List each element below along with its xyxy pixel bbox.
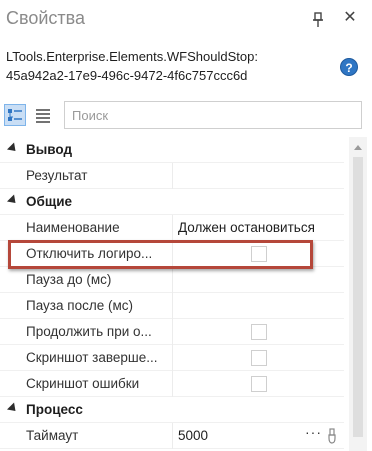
property-row-pause-before[interactable]: Пауза до (мс) bbox=[0, 267, 344, 293]
property-checkbox[interactable] bbox=[251, 376, 267, 392]
property-row-name[interactable]: Наименование Должен остановиться bbox=[0, 215, 344, 241]
categorized-view-icon bbox=[8, 109, 22, 121]
property-name: Пауза после (мс) bbox=[26, 298, 133, 313]
column-divider bbox=[172, 215, 173, 241]
element-type-name: LTools.Enterprise.Elements.WFShouldStop: bbox=[6, 49, 258, 64]
property-row-result[interactable]: Результат bbox=[0, 163, 344, 189]
property-name: Скриншот заверше... bbox=[26, 350, 158, 365]
column-divider bbox=[172, 319, 173, 345]
property-row-timeout[interactable]: Таймаут 5000 ··· bbox=[0, 423, 344, 449]
panel-title: Свойства bbox=[6, 8, 86, 28]
vertical-scrollbar[interactable] bbox=[349, 137, 367, 451]
categorized-view-button[interactable] bbox=[4, 104, 26, 126]
property-name: Таймаут bbox=[26, 428, 79, 443]
column-divider bbox=[172, 293, 173, 319]
column-divider bbox=[172, 345, 173, 371]
category-label: Процесс bbox=[26, 402, 83, 417]
property-name: Продолжить при о... bbox=[26, 324, 152, 339]
property-row-continue-on-error[interactable]: Продолжить при о... bbox=[0, 319, 344, 345]
property-value[interactable]: Должен остановиться bbox=[178, 220, 344, 235]
property-checkbox[interactable] bbox=[251, 246, 267, 262]
column-divider bbox=[172, 163, 173, 189]
collapse-triangle-icon[interactable] bbox=[6, 194, 20, 207]
property-toolbar bbox=[0, 98, 372, 134]
pin-icon[interactable] bbox=[311, 12, 325, 28]
close-icon[interactable]: ✕ bbox=[342, 9, 358, 27]
column-divider bbox=[172, 267, 173, 293]
property-row-screenshot-complete[interactable]: Скриншот заверше... bbox=[0, 345, 344, 371]
ellipsis-button[interactable]: ··· bbox=[305, 424, 322, 440]
category-process[interactable]: Процесс bbox=[0, 397, 344, 423]
property-name: Отключить логиро... bbox=[26, 246, 153, 261]
collapse-triangle-icon[interactable] bbox=[6, 142, 20, 155]
column-divider bbox=[172, 241, 173, 267]
property-checkbox[interactable] bbox=[251, 324, 267, 340]
scroll-thumb[interactable] bbox=[353, 157, 363, 437]
property-name: Результат bbox=[26, 168, 88, 183]
category-label: Общие bbox=[26, 194, 73, 209]
property-name: Наименование bbox=[26, 220, 120, 235]
category-label: Вывод bbox=[26, 142, 73, 157]
property-row-screenshot-error[interactable]: Скриншот ошибки bbox=[0, 371, 344, 397]
scroll-up-arrow-icon[interactable] bbox=[354, 145, 362, 150]
help-icon[interactable]: ? bbox=[340, 58, 358, 76]
dropper-icon[interactable] bbox=[326, 428, 338, 444]
alphabetical-view-icon[interactable] bbox=[34, 106, 52, 124]
property-name: Скриншот ошибки bbox=[26, 376, 140, 391]
category-general[interactable]: Общие bbox=[0, 189, 344, 215]
collapse-triangle-icon[interactable] bbox=[6, 402, 20, 415]
column-divider bbox=[172, 423, 173, 449]
property-checkbox[interactable] bbox=[251, 350, 267, 366]
property-name: Пауза до (мс) bbox=[26, 272, 112, 287]
panel-titlebar: Свойства ✕ bbox=[0, 0, 372, 38]
element-identifier: LTools.Enterprise.Elements.WFShouldStop:… bbox=[6, 47, 326, 85]
category-output[interactable]: Вывод bbox=[0, 137, 344, 163]
column-divider bbox=[172, 371, 173, 397]
property-row-pause-after[interactable]: Пауза после (мс) bbox=[0, 293, 344, 319]
property-row-disable-logging[interactable]: Отключить логиро... bbox=[0, 241, 344, 267]
element-guid: 45a942a2-17e9-496c-9472-4f6c757ccc6d bbox=[6, 68, 248, 83]
property-search-input[interactable] bbox=[64, 101, 362, 129]
property-grid: Вывод Результат Общие Наименование Долже… bbox=[0, 137, 372, 451]
